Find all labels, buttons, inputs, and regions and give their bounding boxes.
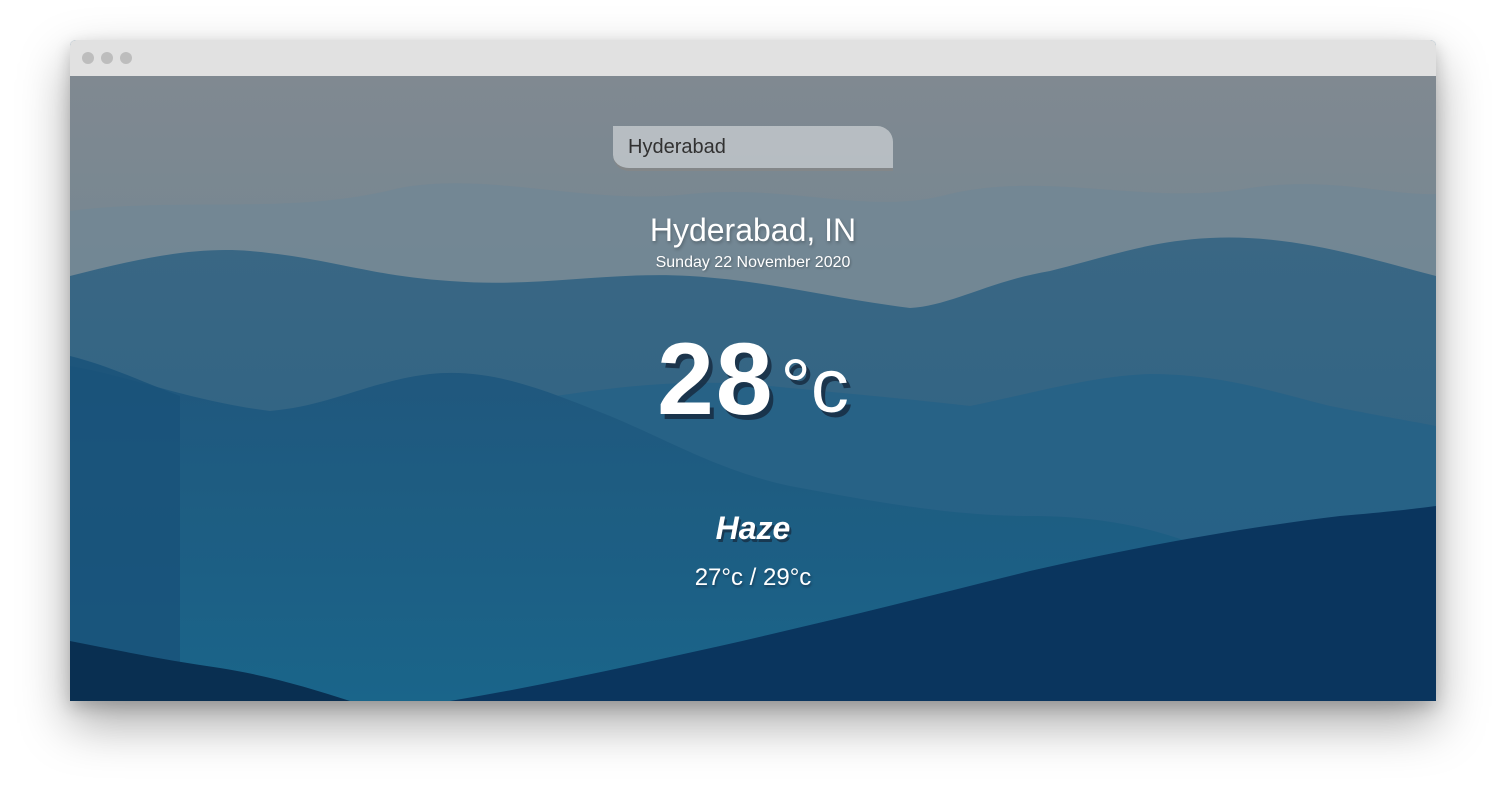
location-name: Hyderabad, IN — [649, 212, 857, 248]
window-maximize-dot[interactable] — [120, 52, 132, 64]
temperature-display: 28°c — [70, 328, 1436, 430]
temperature-unit: °c — [780, 344, 849, 429]
window-minimize-dot[interactable] — [101, 52, 113, 64]
temperature-range: 27°c / 29°c — [694, 564, 812, 591]
window-titlebar — [70, 40, 1436, 76]
temperature-value: 28 — [657, 322, 775, 436]
weather-condition: Haze — [715, 510, 791, 546]
search-input[interactable] — [613, 126, 893, 171]
weather-app: Hyderabad, IN Sunday 22 November 2020 28… — [70, 76, 1436, 701]
browser-window: Hyderabad, IN Sunday 22 November 2020 28… — [70, 40, 1436, 701]
current-date: Sunday 22 November 2020 — [655, 254, 851, 271]
window-close-dot[interactable] — [82, 52, 94, 64]
